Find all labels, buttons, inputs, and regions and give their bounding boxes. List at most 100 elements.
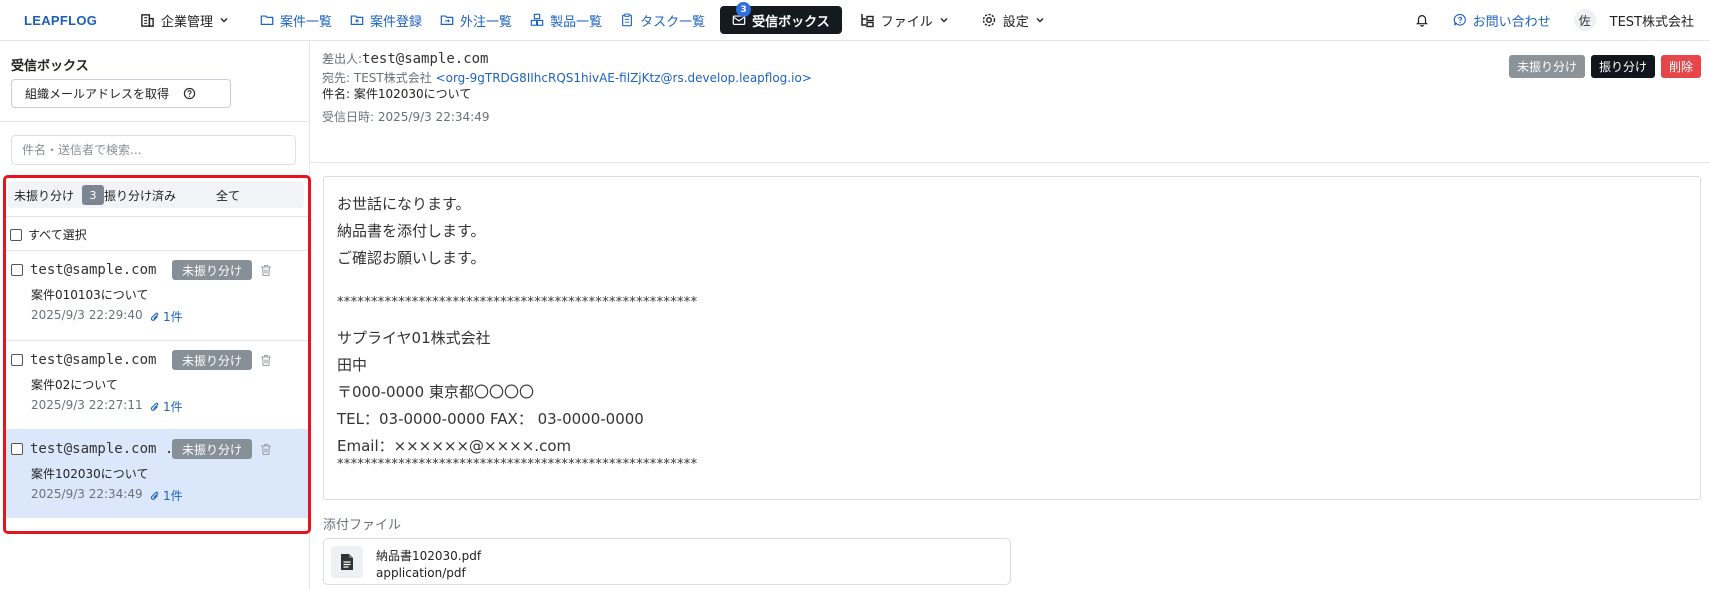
- building-icon: [141, 13, 154, 27]
- nav-outsource-list[interactable]: 外注一覧: [431, 6, 521, 34]
- mail-list-panel: 未振り分け 3 振り分け済み 全て すべて選択 test@sample.com …: [3, 175, 311, 534]
- subject-line: 件名: 案件102030について: [322, 85, 471, 102]
- gear-icon: [982, 13, 995, 27]
- search-input[interactable]: [11, 135, 296, 165]
- attachment-count-label: 1件: [163, 489, 183, 503]
- assign-button[interactable]: 振り分け: [1590, 55, 1655, 78]
- nav-right-group: お問い合わせ 佐 TEST株式会社: [1406, 6, 1710, 34]
- select-all-checkbox[interactable]: [10, 228, 22, 241]
- nav-inbox[interactable]: 3 受信ボックス: [720, 2, 842, 34]
- attachment-count-label: 1件: [163, 400, 183, 414]
- delete-button[interactable]: 削除: [1660, 55, 1701, 78]
- mail-list-item[interactable]: test@sample.com 未振り分け 案件010103について 2025/…: [6, 251, 308, 339]
- tab-assigned[interactable]: 振り分け済み: [104, 187, 176, 204]
- to-address-link[interactable]: <org-9gTRDG8IIhcRQS1hivAE-filZjKtz@rs.de…: [436, 71, 812, 85]
- body-line: ****************************************…: [337, 295, 698, 310]
- help-icon[interactable]: [183, 87, 196, 100]
- avatar: 佐: [1573, 9, 1596, 31]
- attachment-card[interactable]: 納品書102030.pdf application/pdf: [323, 538, 1011, 585]
- divider: [0, 121, 310, 122]
- nav-label: 企業管理: [161, 14, 214, 30]
- attachment-name: 納品書102030.pdf: [376, 549, 482, 563]
- status-badge: 未振り分け: [172, 439, 252, 459]
- mail-subject: 案件02について: [31, 378, 118, 392]
- body-line: 〒000-0000 東京都〇〇〇〇: [337, 383, 534, 401]
- folder-icon: [260, 15, 274, 25]
- nav-label: 設定: [1002, 14, 1029, 30]
- mail-checkbox[interactable]: [11, 354, 23, 366]
- nav-product-list[interactable]: 製品一覧: [521, 6, 611, 34]
- mail-subject: 案件102030について: [31, 467, 149, 481]
- get-org-email-button[interactable]: 組織メールアドレスを取得: [11, 79, 231, 108]
- select-all[interactable]: すべて選択: [10, 226, 87, 243]
- mail-list-item[interactable]: test@sample.com 未振り分け 案件02について 2025/9/3 …: [6, 341, 308, 429]
- subject-label: 件名:: [322, 87, 354, 101]
- nav-label: ファイル: [880, 14, 933, 30]
- help-chat-icon: [1453, 14, 1466, 26]
- status-badge: 未振り分け: [172, 260, 252, 280]
- trash-icon[interactable]: [260, 443, 272, 456]
- attachment-count: 1件: [150, 308, 183, 325]
- unassigned-count-badge: 3: [82, 185, 105, 205]
- body-line: 田中: [337, 356, 368, 374]
- nav-label: タスク一覧: [640, 14, 706, 30]
- from-address: test@sample.com: [362, 51, 489, 67]
- document-icon: [341, 554, 353, 570]
- button-label: 組織メールアドレスを取得: [25, 87, 170, 101]
- paperclip-icon: [150, 402, 159, 411]
- unassigned-status-button[interactable]: 未振り分け: [1508, 55, 1585, 78]
- nav-project-list[interactable]: 案件一覧: [251, 6, 341, 34]
- nav-task-list[interactable]: タスク一覧: [611, 6, 714, 34]
- attachments-label: 添付ファイル: [323, 518, 402, 533]
- nav-settings[interactable]: 設定: [972, 6, 1054, 34]
- received-date: 受信日時: 2025/9/3 22:34:49: [322, 110, 490, 124]
- tab-all[interactable]: 全て: [216, 187, 240, 204]
- trash-icon[interactable]: [260, 264, 272, 277]
- mail-list-item[interactable]: test@sample.com . 未振り分け 案件102030について 202…: [6, 430, 308, 518]
- subject-text: 案件102030について: [353, 87, 472, 101]
- mail-sender: test@sample.com: [30, 262, 157, 278]
- tab-unassigned[interactable]: 未振り分け 3: [14, 185, 105, 205]
- nav-project-register[interactable]: 案件登録: [341, 6, 431, 34]
- body-line: 納品書を添付します。: [337, 222, 486, 240]
- mail-detail: 差出人:test@sample.com 宛先: TEST株式会社 <org-9g…: [310, 41, 1710, 589]
- inbox-count-badge: 3: [736, 2, 752, 17]
- attachment-count: 1件: [150, 398, 183, 415]
- mail-body: お世話になります。 納品書を添付します。 ご確認お願いします。 ********…: [323, 176, 1701, 500]
- sidebar-title: 受信ボックス: [11, 59, 89, 74]
- attachment-type: application/pdf: [376, 566, 466, 580]
- app-logo[interactable]: LEAPFLOG: [24, 13, 134, 28]
- nav-label: お問い合わせ: [1472, 14, 1551, 30]
- chevron-down-icon: [220, 18, 228, 23]
- nav-contact[interactable]: お問い合わせ: [1444, 6, 1560, 34]
- nav-label: 受信ボックス: [752, 14, 830, 30]
- nav-label: 案件登録: [370, 14, 423, 30]
- file-tree-icon: [860, 14, 874, 28]
- mail-checkbox[interactable]: [11, 264, 23, 276]
- body-line: TEL：03-0000-0000 FAX： 03-0000-0000: [337, 410, 644, 428]
- body-line: ご確認お願いします。: [337, 249, 486, 267]
- mail-subject: 案件010103について: [31, 288, 149, 302]
- chevron-down-icon: [1036, 18, 1044, 23]
- user-menu[interactable]: 佐 TEST株式会社: [1573, 6, 1694, 34]
- trash-icon[interactable]: [260, 354, 272, 367]
- notification-button[interactable]: [1406, 6, 1438, 34]
- to-label: 宛先: TEST株式会社: [322, 71, 436, 85]
- mail-date: 2025/9/3 22:29:40: [31, 308, 143, 322]
- nav-files[interactable]: ファイル: [850, 6, 958, 34]
- divider: [310, 162, 1710, 163]
- chevron-down-icon: [940, 18, 948, 23]
- to-line: 宛先: TEST株式会社 <org-9gTRDG8IIhcRQS1hivAE-f…: [322, 69, 812, 86]
- attachment-icon-box: [331, 546, 363, 578]
- mail-sender: test@sample.com: [30, 352, 157, 368]
- nav-company-management[interactable]: 企業管理: [131, 6, 238, 34]
- from-label: 差出人:: [322, 52, 363, 66]
- attachment-count-label: 1件: [163, 310, 183, 324]
- folder-out-icon: [440, 15, 454, 25]
- nav-label: 案件一覧: [280, 14, 333, 30]
- mail-checkbox[interactable]: [11, 443, 23, 455]
- paperclip-icon: [150, 312, 159, 321]
- attachment-count: 1件: [150, 487, 183, 504]
- nav-label: 製品一覧: [550, 14, 603, 30]
- body-line: ****************************************…: [337, 457, 698, 472]
